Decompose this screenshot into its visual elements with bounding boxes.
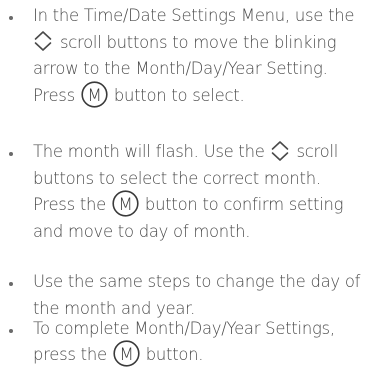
text-segment: The month will flash. Use the — [33, 142, 270, 161]
text-segment: and move to day of month. — [33, 221, 251, 241]
instruction-text: In the Time/Date Settings Menu, use the … — [33, 3, 385, 109]
bullet-dot — [9, 16, 13, 20]
text-segment: button. — [140, 345, 204, 364]
text-line: To complete Month/Day/Year Settings, — [33, 316, 385, 343]
bullet-dot — [9, 328, 13, 333]
text-segment: arrow to the Month/Day/Year Setting. — [33, 59, 328, 78]
bullet-dot — [9, 152, 13, 156]
text-segment: Press — [33, 85, 80, 105]
scroll-up-down-icon — [33, 30, 53, 52]
scroll-up-down-icon — [270, 140, 290, 162]
text-line: buttons to select the correct month. — [33, 166, 385, 193]
text-segment: button to confirm setting — [139, 195, 344, 214]
text-segment: scroll — [291, 142, 339, 161]
text-line: and move to day of month. — [33, 219, 385, 246]
text-line: Press M button to select. — [33, 80, 385, 110]
text-segment: button to select. — [108, 85, 245, 105]
text-segment: press the — [33, 345, 112, 364]
m-button-letter: M — [119, 345, 133, 365]
text-line: scroll buttons to move the blinking — [33, 30, 385, 57]
instruction-text: To complete Month/Day/Year Settings, pres… — [33, 316, 385, 369]
instruction-text: The month will flash. Use the scroll butt… — [33, 139, 385, 245]
text-line: In the Time/Date Settings Menu, use the — [33, 3, 385, 30]
text-segment: To complete Month/Day/Year Settings, — [33, 318, 335, 338]
text-segment: In the Time/Date Settings Menu, use the — [33, 6, 355, 25]
text-line: press the M button. — [33, 340, 385, 369]
text-line: Use the same steps to change the day of — [33, 269, 385, 296]
text-segment: Press the — [33, 195, 111, 214]
instruction-text: Use the same steps to change the day of t… — [33, 269, 385, 322]
text-line: The month will flash. Use the scroll — [33, 139, 385, 166]
text-line: arrow to the Month/Day/Year Setting. — [33, 56, 385, 83]
m-button-icon: M — [81, 80, 108, 108]
text-line: Press the M button to confirm setting — [33, 190, 385, 219]
text-segment: buttons to select the correct month. — [33, 168, 321, 188]
m-button-letter: M — [118, 195, 132, 215]
m-button-letter: M — [87, 85, 101, 105]
text-segment: Use the same steps to change the day of — [33, 272, 361, 291]
m-button-icon: M — [112, 190, 139, 217]
text-segment: scroll buttons to move the blinking — [55, 32, 337, 52]
bullet-dot — [9, 282, 13, 286]
